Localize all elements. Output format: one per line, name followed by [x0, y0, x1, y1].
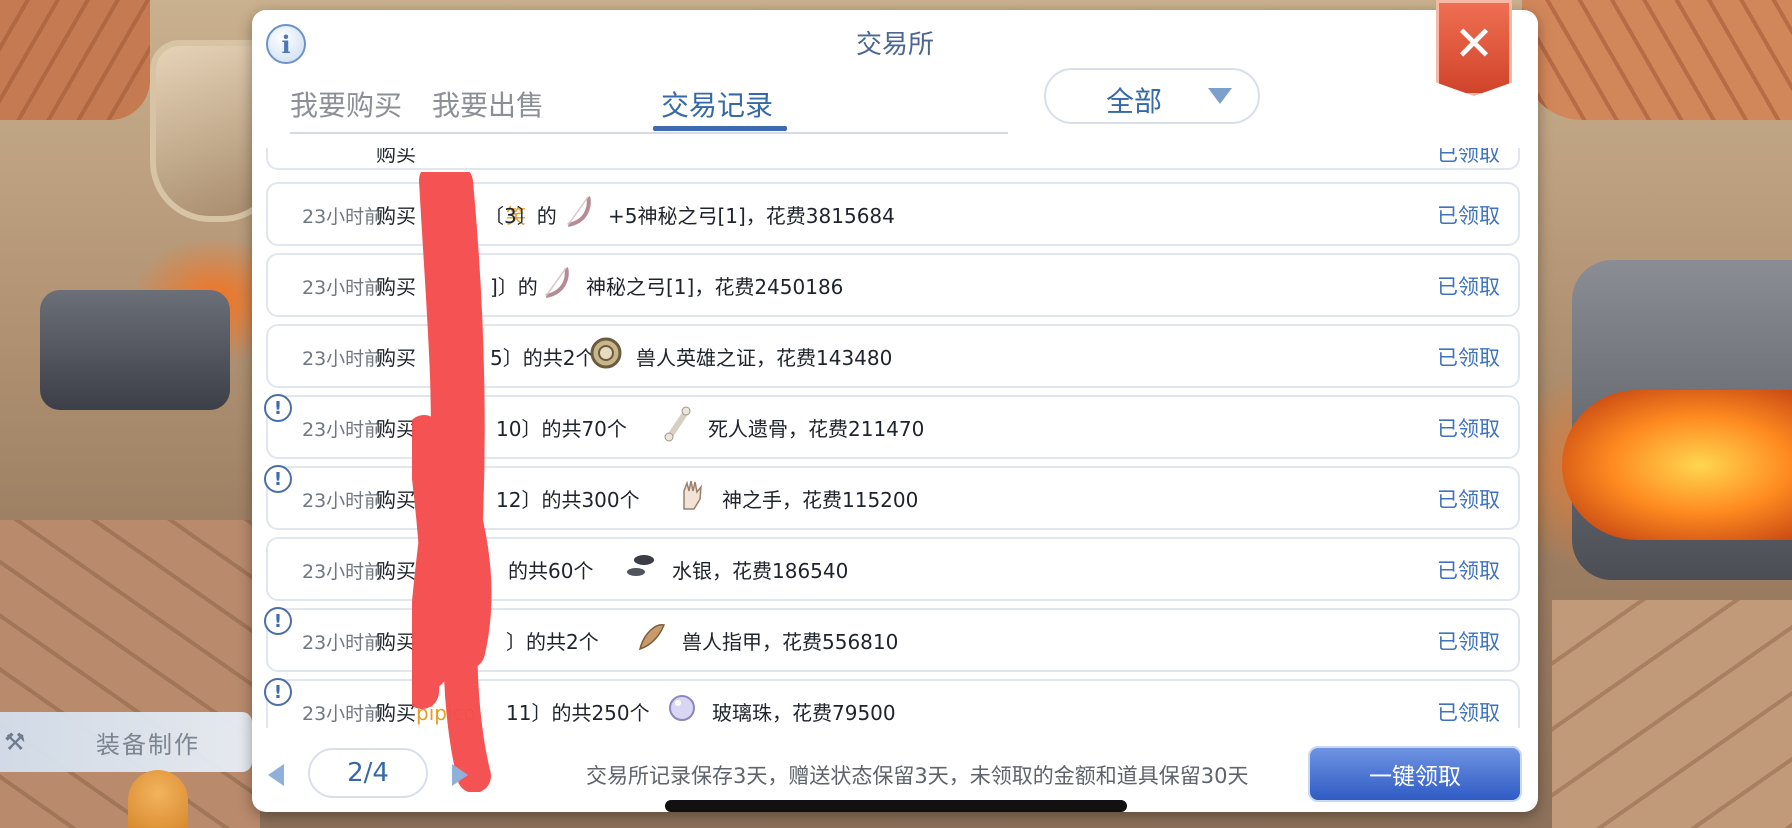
- hammer-icon: ⚒: [4, 728, 26, 756]
- record-status[interactable]: 已领取: [1437, 484, 1500, 514]
- record-time: 23小时前: [302, 632, 384, 654]
- record-action: 购买: [376, 559, 416, 583]
- chevron-down-icon: [1208, 88, 1232, 104]
- record-item: +5神秘之弓[1]，花费3815684: [608, 204, 895, 228]
- record-item: 死人遗骨，花费211470: [708, 417, 925, 441]
- record-qty-text: 的共60个: [508, 559, 594, 583]
- record-qty-text: 〔3〕的: [484, 204, 557, 228]
- trade-record-row: 23小时前 购买 5〕的共2个 兽人英雄之证，花费143480 已领取: [266, 324, 1520, 388]
- record-qty-text: 12〕的共300个: [496, 488, 640, 512]
- background-path: [0, 520, 260, 828]
- bow-icon: [567, 196, 591, 227]
- filter-selected-value: 全部: [1106, 85, 1163, 118]
- trade-record-row: 23小时前 购买笑 〔3〕的 +5神秘之弓[1]，花费3815684 已领取: [266, 182, 1520, 246]
- tab-trade-history[interactable]: 交易记录: [661, 84, 773, 124]
- trade-record-row: 23小时前 购买 12〕的共300个 神之手，花费115200 已领取: [266, 466, 1520, 530]
- home-indicator-bar[interactable]: [665, 800, 1127, 812]
- trade-record-row: 23小时前 购买 〕的共2个 兽人指甲，花费556810 已领取: [266, 608, 1520, 672]
- record-time: 23小时前: [302, 419, 384, 441]
- claim-all-button[interactable]: 一键领取: [1308, 746, 1522, 802]
- equipment-craft-label: 装备制作: [96, 730, 200, 759]
- record-time: 23小时前: [302, 703, 384, 725]
- tab-buy[interactable]: 我要购买: [290, 84, 402, 124]
- record-time: 23小时前: [302, 277, 384, 299]
- alert-icon[interactable]: !: [264, 394, 292, 422]
- record-action: 购买: [376, 488, 416, 512]
- record-status[interactable]: 已领取: [1437, 555, 1500, 585]
- record-time: 23小时前: [302, 490, 384, 512]
- record-time: 23小时前: [302, 561, 384, 583]
- medal-icon: [590, 337, 622, 369]
- claw-icon: [638, 624, 666, 651]
- record-status[interactable]: 已领取: [1437, 697, 1500, 727]
- record-item: 水银，花费186540: [672, 559, 849, 583]
- record-action: 购买: [376, 148, 416, 166]
- background-anvil-left: [40, 290, 230, 410]
- record-time: 23小时前: [302, 348, 384, 370]
- record-qty-text: 10〕的共70个: [496, 417, 627, 441]
- record-action: 购买: [376, 346, 416, 370]
- record-status[interactable]: 已领取: [1437, 626, 1500, 656]
- trade-record-row: 23小时前 购买 ]〕的 神秘之弓[1]，花费2450186 已领取: [266, 253, 1520, 317]
- record-action: 购买: [376, 417, 416, 441]
- character-avatar: [128, 770, 188, 828]
- trade-dialog: i 交易所 ✕ 我要购买 我要出售 交易记录 全部 购买 已领取 23小时前 购…: [252, 0, 1538, 812]
- bow-icon: [545, 267, 569, 298]
- record-status[interactable]: 已领取: [1437, 413, 1500, 443]
- filter-dropdown[interactable]: 全部: [1044, 68, 1260, 124]
- bone-icon: [664, 406, 691, 442]
- next-page-arrow-icon[interactable]: [452, 764, 468, 786]
- background-roof-left: [0, 0, 150, 120]
- active-tab-indicator: [653, 126, 787, 131]
- glass-bead-icon: [669, 695, 695, 721]
- background-roof-right: [1522, 0, 1792, 120]
- close-icon: ✕: [1453, 16, 1495, 72]
- record-seller: pipico: [416, 701, 476, 725]
- trade-record-row: 购买 已领取: [266, 148, 1520, 170]
- record-status[interactable]: 已领取: [1437, 148, 1500, 168]
- previous-page-arrow-icon[interactable]: [268, 764, 284, 786]
- record-item: 神之手，花费115200: [722, 488, 919, 512]
- record-status[interactable]: 已领取: [1437, 271, 1500, 301]
- record-qty-text: 5〕的共2个: [490, 346, 596, 370]
- record-status[interactable]: 已领取: [1437, 342, 1500, 372]
- record-time: 23小时前: [302, 206, 384, 228]
- alert-icon[interactable]: !: [264, 465, 292, 493]
- record-qty-text: 〕的共2个: [506, 630, 599, 654]
- trade-record-row: 23小时前 购买 10〕的共70个 死人遗骨，花费211470 已领取: [266, 395, 1520, 459]
- record-item: 玻璃珠，花费79500: [712, 701, 896, 725]
- dialog-title: 交易所: [855, 30, 934, 60]
- alert-icon[interactable]: !: [264, 607, 292, 635]
- background-lava: [1562, 390, 1792, 540]
- record-qty-text: ]〕的: [490, 275, 538, 299]
- record-item: 兽人英雄之证，花费143480: [636, 346, 893, 370]
- mercury-icon: [627, 555, 654, 576]
- record-qty-text: 11〕的共250个: [506, 701, 650, 725]
- trade-record-row: 23小时前 购买pipico 11〕的共250个 玻璃珠，花费79500 已领取: [266, 679, 1520, 728]
- alert-icon[interactable]: !: [264, 678, 292, 706]
- retention-note: 交易所记录保存3天，赠送状态保留3天，未领取的金额和道具保留30天: [586, 764, 1249, 788]
- record-item: 神秘之弓[1]，花费2450186: [586, 275, 844, 299]
- trade-record-row: 23小时前 购买 的共60个 水银，花费186540 已领取: [266, 537, 1520, 601]
- tab-bar: 我要购买 我要出售 交易记录: [290, 72, 1008, 134]
- record-action: 购买pipico: [376, 701, 476, 725]
- equipment-craft-button[interactable]: ⚒ 装备制作: [0, 712, 252, 772]
- tab-sell[interactable]: 我要出售: [432, 84, 544, 124]
- record-status[interactable]: 已领取: [1437, 200, 1500, 230]
- record-action: 购买: [376, 630, 416, 654]
- close-button[interactable]: ✕: [1436, 0, 1512, 96]
- record-item: 兽人指甲，花费556810: [682, 630, 899, 654]
- background-ledge: [1552, 600, 1792, 828]
- page-indicator: 2/4: [308, 748, 428, 798]
- trade-record-list[interactable]: 购买 已领取 23小时前 购买笑 〔3〕的 +5神秘之弓[1]，花费381568…: [266, 148, 1520, 728]
- hand-icon: [683, 480, 702, 510]
- record-action: 购买: [376, 275, 416, 299]
